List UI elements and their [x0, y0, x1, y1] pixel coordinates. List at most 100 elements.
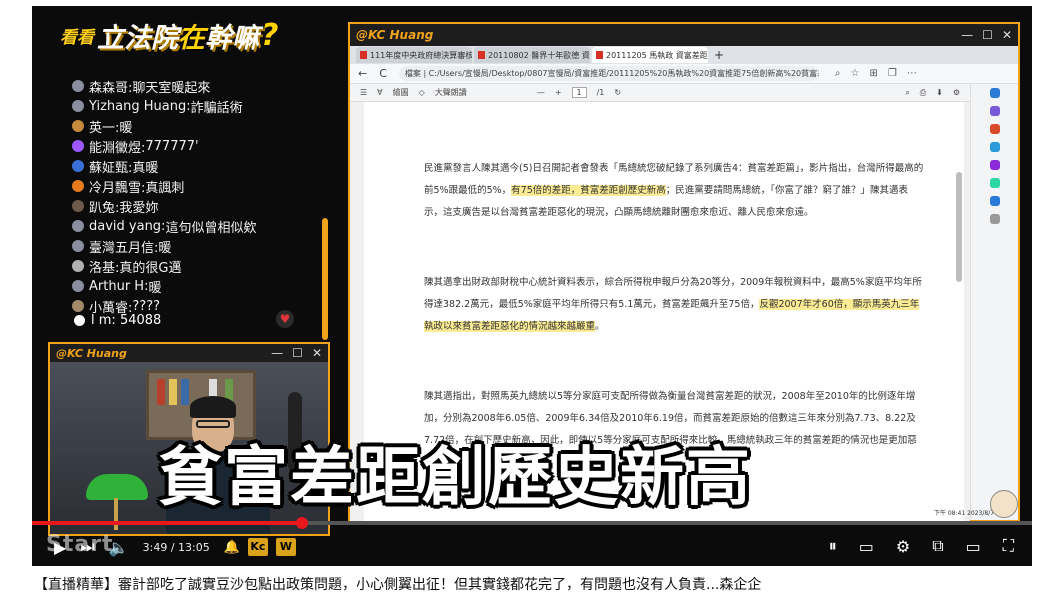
- new-tab-icon[interactable]: +: [714, 48, 724, 62]
- minimize-icon[interactable]: —: [271, 346, 283, 360]
- chat-username: 能淵黴煜:: [89, 140, 146, 156]
- chat-avatar-icon: [72, 160, 84, 172]
- channel-badge-w[interactable]: W: [275, 538, 296, 556]
- chat-message: 臺灣五月信: 暖: [72, 236, 171, 256]
- pdf-icon: [360, 51, 367, 59]
- add-icon[interactable]: [989, 214, 1000, 224]
- shopping-icon[interactable]: [989, 124, 1000, 134]
- save-icon[interactable]: ⬇: [936, 88, 943, 97]
- chat-message: Yizhang Huang: 詐騙話術: [72, 96, 243, 116]
- rotate-icon[interactable]: ↻: [614, 88, 621, 97]
- erase-icon[interactable]: ◇: [419, 88, 425, 97]
- video-caption: 貧富差距創歷史新高: [158, 441, 752, 515]
- contents-icon[interactable]: ☰: [360, 88, 367, 97]
- edge-sidebar: [970, 84, 1018, 520]
- heart-icon[interactable]: ♥: [276, 310, 294, 328]
- host-hair: [190, 396, 236, 418]
- favorite-icon[interactable]: ☆: [851, 68, 860, 79]
- viewer-count: l m: 54088: [74, 313, 161, 328]
- chat-message: 趴兔: 我愛妳: [72, 196, 158, 216]
- settings-icon[interactable]: ⚙: [953, 88, 960, 97]
- tools-icon[interactable]: [989, 142, 1000, 152]
- start-watermark: Start: [46, 532, 114, 557]
- browser-tab[interactable]: 20111205 馬執政 資富差距75倍×: [592, 47, 708, 63]
- extensions-icon[interactable]: ⊞: [869, 68, 877, 79]
- close-icon[interactable]: ✕: [1002, 28, 1012, 42]
- page-total: /1: [596, 88, 605, 97]
- chat-text: 暖: [148, 280, 162, 296]
- draw-button[interactable]: 繪圖: [393, 87, 409, 98]
- avatar: [990, 490, 1018, 518]
- chat-username: david yang:: [89, 218, 166, 234]
- collections-icon[interactable]: ❐: [888, 68, 897, 79]
- notification-bell-icon[interactable]: 🔔: [224, 540, 240, 555]
- zoom-icon[interactable]: ⌕: [835, 68, 841, 79]
- theater-mode-icon[interactable]: ▭: [966, 537, 981, 556]
- settings-gear-icon[interactable]: ⚙: [896, 537, 910, 556]
- zoom-in-icon[interactable]: +: [555, 88, 562, 97]
- video-title[interactable]: 【直播精華】審計部吃了誠實豆沙包點出政策問題，小心側翼出征！但其實錢都花完了，有…: [34, 574, 761, 594]
- pdf-paragraph-2: 陳其邁拿出財政部財稅中心統計資料表示，綜合所得稅申報戶分為20等分，2009年報…: [424, 277, 922, 332]
- menu-icon[interactable]: ⋯: [907, 68, 917, 79]
- chat-username: 英一:: [89, 120, 120, 136]
- chat-avatar-icon: [72, 80, 84, 92]
- tab-label: 20111205 馬執政 資富差距75倍: [606, 50, 708, 60]
- chat-message: Arthur H: 暖: [72, 276, 161, 296]
- tab-label: 20110802 醫界十年歐德 資資文: [488, 50, 590, 60]
- chat-scrollbar[interactable]: [322, 218, 328, 340]
- fullscreen-icon[interactable]: ⛶: [1003, 536, 1014, 556]
- chat-message: 洛基: 真的很G邁: [72, 256, 181, 276]
- browser-tab[interactable]: 111年度中央政府總決算審核報告×: [356, 47, 472, 63]
- chat-message: 能淵黴煜: 777777': [72, 136, 199, 156]
- chat-username: Arthur H:: [89, 278, 149, 294]
- games-icon[interactable]: [989, 160, 1000, 170]
- chat-text: 777777': [145, 138, 199, 154]
- chat-username: Yizhang Huang:: [89, 98, 191, 114]
- search-icon[interactable]: ⌕: [905, 88, 909, 98]
- office-icon[interactable]: [989, 178, 1000, 188]
- autoplay-toggle[interactable]: ⏸: [829, 536, 837, 556]
- chat-avatar-icon: [72, 120, 84, 132]
- chat-username: 洛基:: [89, 260, 120, 276]
- discover-icon[interactable]: [989, 106, 1000, 116]
- back-icon[interactable]: ←: [358, 67, 367, 80]
- minimize-icon[interactable]: —: [961, 28, 973, 42]
- lamp-stand: [114, 498, 118, 530]
- zoom-out-icon[interactable]: —: [537, 88, 545, 97]
- channel-badge-kc[interactable]: Kc: [247, 538, 268, 556]
- chat-message: 森森哥: 聊天室暖起來: [72, 76, 210, 96]
- chat-text: 詐騙話術: [190, 100, 243, 116]
- video-frame[interactable]: 看看 立法院 在 幹嘛 ? 森森哥: 聊天室暖起來 Yizhang Huang: …: [32, 6, 1032, 566]
- desk-lamp: [86, 474, 148, 500]
- subtitles-icon[interactable]: ▭: [859, 537, 874, 556]
- pdf-toolbar: ☰ ∀ 繪圖 ◇ 大聲朗讀 — + 1 /1 ↻ ⌕ ⎙ ⬇ ⚙: [350, 84, 970, 102]
- chat-avatar-icon: [72, 140, 84, 152]
- progress-bar[interactable]: [32, 517, 1032, 529]
- chat-avatar-icon: [72, 300, 84, 312]
- chat-username: 臺灣五月信:: [89, 240, 159, 256]
- count-label: l m:: [91, 313, 116, 328]
- chat-avatar-icon: [72, 180, 84, 192]
- highlight-icon[interactable]: ∀: [377, 88, 382, 97]
- close-icon[interactable]: ✕: [312, 346, 322, 360]
- reload-icon[interactable]: C: [379, 67, 387, 80]
- read-aloud-button[interactable]: 大聲朗讀: [435, 87, 467, 98]
- browser-tab[interactable]: 20110802 醫界十年歐德 資資文×: [474, 47, 590, 63]
- tab-bar: 111年度中央政府總決算審核報告×20110802 醫界十年歐德 資資文×201…: [350, 46, 1018, 64]
- pdf-scrollbar[interactable]: [956, 172, 962, 282]
- youtube-player-page: 看看 立法院 在 幹嘛 ? 森森哥: 聊天室暖起來 Yizhang Huang: …: [0, 0, 1060, 596]
- chat-text: 真暖: [132, 160, 159, 176]
- chat-username: 趴兔:: [89, 200, 120, 216]
- page-number-input[interactable]: 1: [571, 87, 587, 98]
- address-input[interactable]: 檔案 | C:/Users/宣慢局/Desktop/0807宣慢局/資富推距/2…: [398, 66, 819, 81]
- outlook-icon[interactable]: [989, 196, 1000, 206]
- bing-icon[interactable]: [989, 88, 1000, 98]
- maximize-icon[interactable]: ☐: [982, 28, 993, 42]
- progress-fill: [32, 521, 302, 525]
- chat-message: 英一: 暖: [72, 116, 132, 136]
- miniplayer-icon[interactable]: ⧉: [932, 536, 943, 556]
- chat-text: 真諷刺: [145, 180, 185, 196]
- maximize-icon[interactable]: ☐: [292, 346, 303, 360]
- print-icon[interactable]: ⎙: [920, 88, 926, 98]
- chat-username: 森森哥:: [89, 80, 133, 96]
